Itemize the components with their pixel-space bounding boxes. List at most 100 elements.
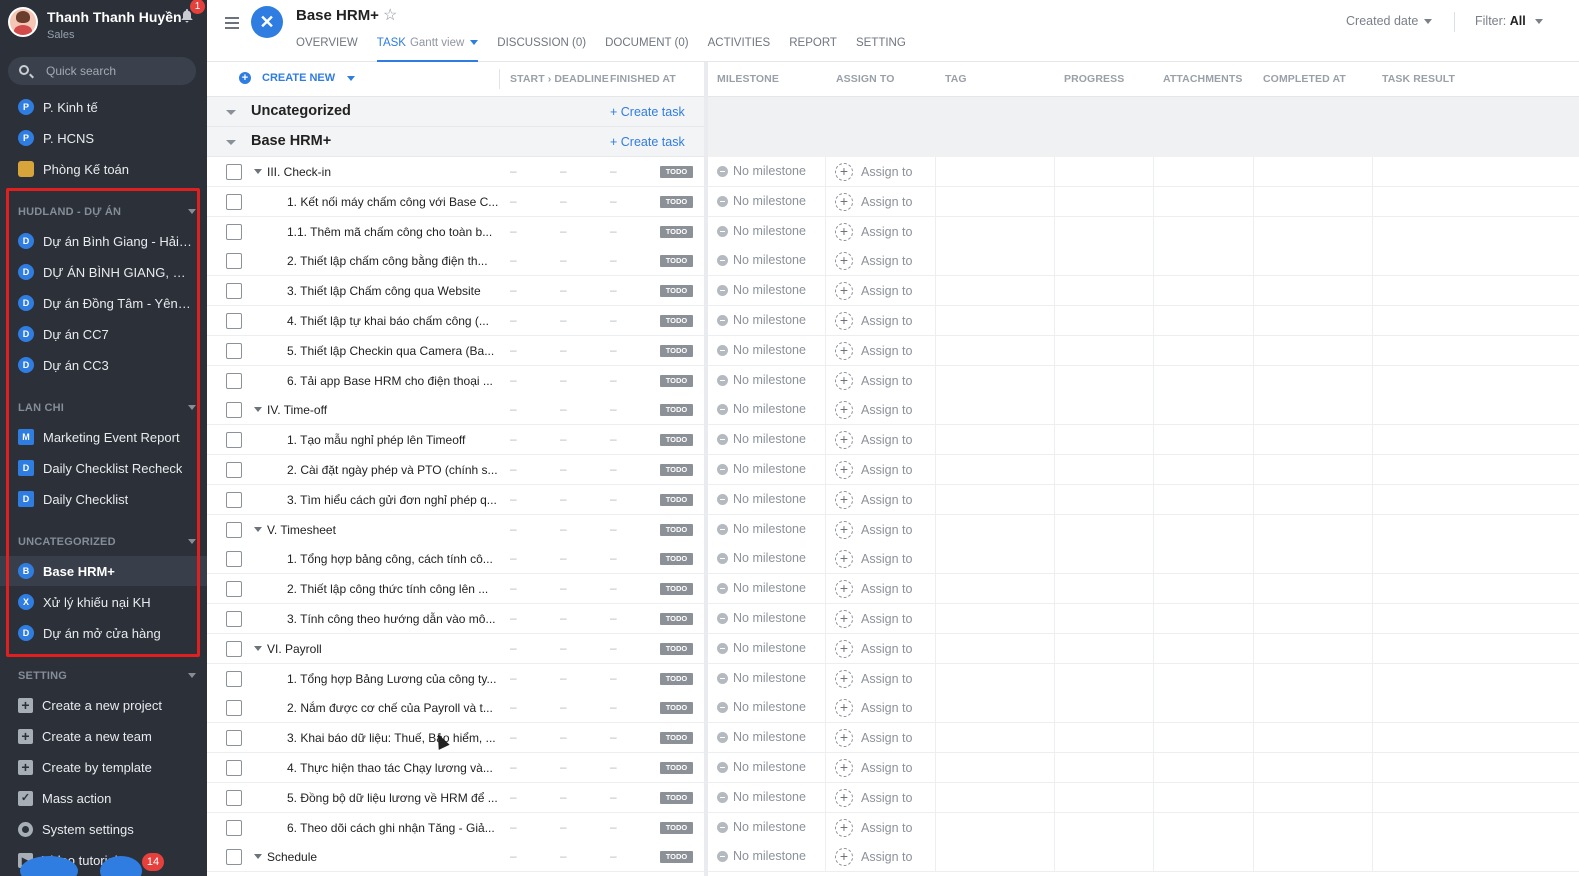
- task-checkbox[interactable]: [226, 611, 242, 627]
- create-team-button[interactable]: + Create a new team: [0, 721, 207, 751]
- status-badge[interactable]: TODO: [660, 792, 693, 804]
- add-assignee-icon[interactable]: +: [835, 759, 853, 777]
- milestone-value[interactable]: No milestone: [733, 164, 806, 178]
- tab-task[interactable]: TASK Gantt view: [376, 36, 479, 62]
- mass-action-button[interactable]: ✓ Mass action: [0, 783, 207, 813]
- tab-overview[interactable]: OVERVIEW: [296, 36, 358, 62]
- assign-to-value[interactable]: Assign to: [861, 850, 912, 864]
- milestone-value[interactable]: No milestone: [733, 581, 806, 595]
- assign-to-value[interactable]: Assign to: [861, 225, 912, 239]
- milestone-value[interactable]: No milestone: [733, 700, 806, 714]
- status-badge[interactable]: TODO: [660, 464, 693, 476]
- tab-document[interactable]: DOCUMENT (0): [605, 36, 688, 62]
- tab-activities[interactable]: ACTIVITIES: [708, 36, 771, 62]
- assign-to-value[interactable]: Assign to: [861, 254, 912, 268]
- add-assignee-icon[interactable]: +: [835, 521, 853, 539]
- status-badge[interactable]: TODO: [660, 434, 693, 446]
- status-badge[interactable]: TODO: [660, 762, 693, 774]
- assign-to-value[interactable]: Assign to: [861, 463, 912, 477]
- task-checkbox[interactable]: [226, 224, 242, 240]
- assign-to-value[interactable]: Assign to: [861, 374, 912, 388]
- milestone-value[interactable]: No milestone: [733, 283, 806, 297]
- milestone-value[interactable]: No milestone: [733, 313, 806, 327]
- add-assignee-icon[interactable]: +: [835, 848, 853, 866]
- task-checkbox[interactable]: [226, 700, 242, 716]
- task-checkbox[interactable]: [226, 790, 242, 806]
- assign-to-value[interactable]: Assign to: [861, 791, 912, 805]
- add-assignee-icon[interactable]: +: [835, 729, 853, 747]
- assign-to-value[interactable]: Assign to: [861, 761, 912, 775]
- status-badge[interactable]: TODO: [660, 494, 693, 506]
- assign-to-value[interactable]: Assign to: [861, 821, 912, 835]
- milestone-value[interactable]: No milestone: [733, 730, 806, 744]
- task-name[interactable]: V. Timesheet: [267, 523, 549, 537]
- task-checkbox[interactable]: [226, 462, 242, 478]
- avatar[interactable]: [8, 7, 38, 37]
- create-project-button[interactable]: + Create a new project: [0, 690, 207, 720]
- assign-to-value[interactable]: Assign to: [861, 672, 912, 686]
- add-assignee-icon[interactable]: +: [835, 461, 853, 479]
- add-assignee-icon[interactable]: +: [835, 670, 853, 688]
- assign-to-value[interactable]: Assign to: [861, 403, 912, 417]
- column-finished-at[interactable]: FINISHED AT: [610, 73, 676, 85]
- milestone-value[interactable]: No milestone: [733, 224, 806, 238]
- table-row[interactable]: 2. Thiết lập chấm công bằng điện th... – –…: [207, 246, 1579, 276]
- milestone-value[interactable]: No milestone: [733, 462, 806, 476]
- task-checkbox[interactable]: [226, 343, 242, 359]
- sidebar-item-p-kinh-te[interactable]: P P. Kinh tế: [0, 92, 207, 122]
- task-checkbox[interactable]: [226, 402, 242, 418]
- task-checkbox[interactable]: [226, 194, 242, 210]
- table-row[interactable]: 3. Tìm hiểu cách gửi đơn nghỉ phép q... –…: [207, 485, 1579, 515]
- add-assignee-icon[interactable]: +: [835, 163, 853, 181]
- add-assignee-icon[interactable]: +: [835, 252, 853, 270]
- table-row[interactable]: 6. Tải app Base HRM cho điện thoại ... – –…: [207, 366, 1579, 396]
- add-assignee-icon[interactable]: +: [835, 312, 853, 330]
- table-row[interactable]: 2. Nắm được cơ chế của Payroll và t... – –…: [207, 693, 1579, 723]
- add-assignee-icon[interactable]: +: [835, 282, 853, 300]
- task-checkbox[interactable]: [226, 849, 242, 865]
- milestone-value[interactable]: No milestone: [733, 253, 806, 267]
- status-badge[interactable]: TODO: [660, 315, 693, 327]
- assign-to-value[interactable]: Assign to: [861, 344, 912, 358]
- chevron-down-icon[interactable]: [254, 646, 262, 651]
- status-badge[interactable]: TODO: [660, 285, 693, 297]
- table-row[interactable]: V. Timesheet – – – TODO No milestone + Assign t…: [207, 515, 1579, 545]
- table-row[interactable]: 2. Cài đặt ngày phép và PTO (chính s... –…: [207, 455, 1579, 485]
- assign-to-value[interactable]: Assign to: [861, 195, 912, 209]
- task-checkbox[interactable]: [226, 164, 242, 180]
- table-row[interactable]: 1. Kết nối máy chấm công với Base C... – –…: [207, 187, 1579, 217]
- status-badge[interactable]: TODO: [660, 851, 693, 863]
- add-assignee-icon[interactable]: +: [835, 193, 853, 211]
- task-checkbox[interactable]: [226, 641, 242, 657]
- status-badge[interactable]: TODO: [660, 822, 693, 834]
- tab-setting[interactable]: SETTING: [856, 36, 906, 62]
- task-checkbox[interactable]: [226, 373, 242, 389]
- chevron-down-icon[interactable]: [254, 169, 262, 174]
- add-assignee-icon[interactable]: +: [835, 342, 853, 360]
- sidebar-item-p-hcns[interactable]: P P. HCNS: [0, 123, 207, 153]
- sidebar-item-phong-ke-toan[interactable]: Phòng Kế toán: [0, 154, 207, 184]
- status-badge[interactable]: TODO: [660, 404, 693, 416]
- task-checkbox[interactable]: [226, 313, 242, 329]
- add-assignee-icon[interactable]: +: [835, 401, 853, 419]
- add-assignee-icon[interactable]: +: [835, 580, 853, 598]
- add-assignee-icon[interactable]: +: [835, 610, 853, 628]
- task-name[interactable]: VI. Payroll: [267, 642, 549, 656]
- user-header[interactable]: Thanh Thanh Huyền Sales 1: [0, 0, 207, 44]
- table-row[interactable]: 4. Thiết lập tự khai báo chấm công (... –…: [207, 306, 1579, 336]
- table-row[interactable]: 5. Đồng bộ dữ liệu lương về HRM để ... – –…: [207, 783, 1579, 813]
- table-row[interactable]: 1. Tạo mẫu nghỉ phép lên Timeoff – – – TODO N…: [207, 425, 1579, 455]
- pane-splitter[interactable]: [704, 62, 708, 876]
- milestone-value[interactable]: No milestone: [733, 522, 806, 536]
- table-row[interactable]: VI. Payroll – – – TODO No milestone + Assign to: [207, 634, 1579, 664]
- system-settings-button[interactable]: System settings: [0, 814, 207, 844]
- column-progress[interactable]: PROGRESS: [1064, 73, 1124, 85]
- table-row[interactable]: 2. Thiết lập công thức tính công lên ...…: [207, 574, 1579, 604]
- column-completed-at[interactable]: COMPLETED AT: [1263, 73, 1346, 85]
- task-checkbox[interactable]: [226, 760, 242, 776]
- assign-to-value[interactable]: Assign to: [861, 433, 912, 447]
- milestone-value[interactable]: No milestone: [733, 551, 806, 565]
- milestone-value[interactable]: No milestone: [733, 611, 806, 625]
- task-checkbox[interactable]: [226, 432, 242, 448]
- status-badge[interactable]: TODO: [660, 166, 693, 178]
